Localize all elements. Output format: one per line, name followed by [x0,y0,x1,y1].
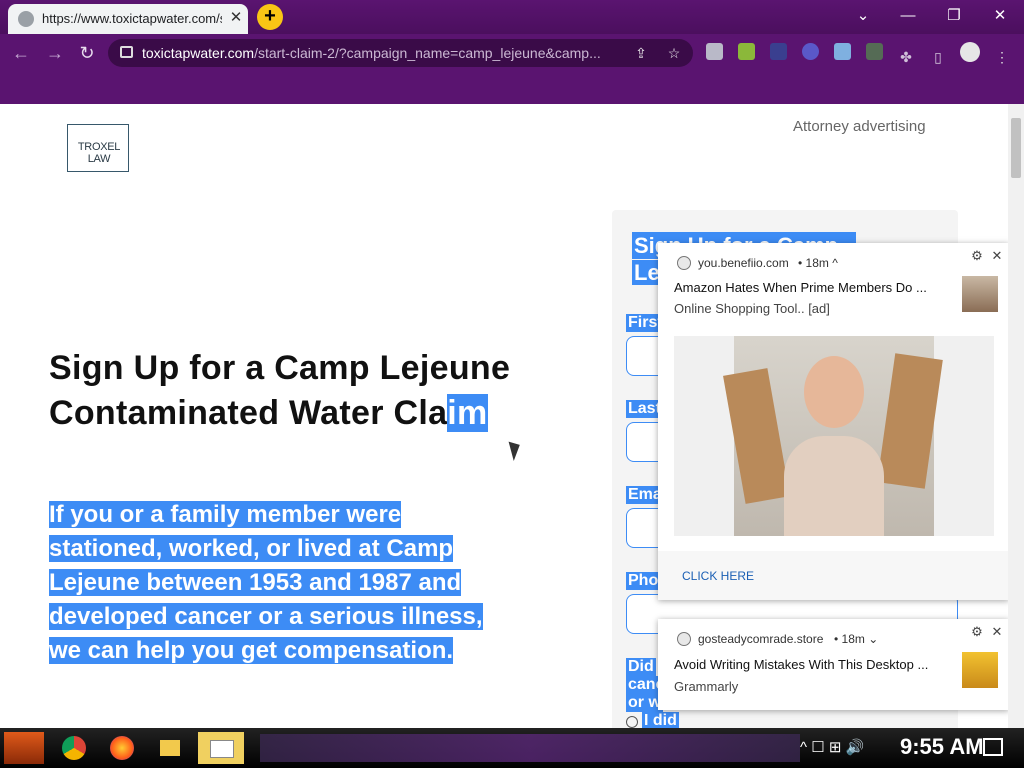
attorney-advertising-label: Attorney advertising [793,118,926,135]
scroll-thumb[interactable] [1011,118,1021,178]
page-title: Sign Up for a Camp Lejeune Contaminated … [49,349,511,432]
chrome-icon [62,736,86,760]
radio-label: I did [642,712,679,728]
notification-center-icon[interactable] [983,738,1003,756]
photos-taskbar-button[interactable] [198,732,244,764]
close-icon[interactable]: ✕ [990,624,1004,640]
restore-button[interactable]: ❐ [934,3,974,29]
firefox-taskbar-button[interactable] [104,732,140,764]
tab-search-button[interactable]: ⌄ [843,3,883,29]
notification-title: Avoid Writing Mistakes With This Desktop… [674,657,929,672]
page-scrollbar[interactable] [1008,104,1024,728]
notification-message: Online Shopping Tool.. [ad] [674,301,830,316]
chrome-icon [677,632,691,646]
chrome-taskbar-button[interactable] [56,732,92,764]
address-bar[interactable]: toxictapwater.com/start-claim-2/?campaig… [108,39,693,67]
troxel-law-logo[interactable]: TROXEL LAW [67,124,129,172]
notification-card[interactable]: you.benefiio.com • 18m ^ ⚙ ✕ Amazon Hate… [658,243,1009,600]
taskbar-clock[interactable]: 9:55 AM [900,734,984,760]
close-window-button[interactable]: ✕ [980,3,1020,29]
explorer-taskbar-button[interactable] [152,732,188,764]
notification-image [674,336,994,536]
firefox-icon [110,736,134,760]
start-button[interactable] [4,732,44,764]
notification-age: • 18m ⌄ [834,632,879,646]
side-panel-icon[interactable]: ▯ [928,47,948,67]
tab-strip: https://www.toxictapwater.com/start-clai… [0,0,1024,34]
notification-age: • 18m ^ [798,256,838,270]
picture-icon [210,740,234,758]
question-line-1: Did [626,658,656,676]
minimize-button[interactable]: — [888,3,928,29]
url-text[interactable]: toxictapwater.com/start-claim-2/?campaig… [142,45,627,61]
taskbar: ^ ☐ ⊞ 🔊 9:55 AM [0,728,1024,768]
gear-icon[interactable]: ⚙ [970,624,984,640]
person-face [804,356,864,428]
tab-title: https://www.toxictapwater.com/start-clai… [42,11,222,26]
new-tab-button[interactable]: + [257,4,283,30]
puzzle-icon[interactable]: ✤ [896,47,916,67]
notification-action-bar: CLICK HERE [658,551,1009,600]
share-icon[interactable]: ⇪ [631,43,651,63]
notification-message: Grammarly [674,679,739,694]
close-icon[interactable]: ✕ [990,248,1004,264]
notification-card[interactable]: gosteadycomrade.store • 18m ⌄ ⚙ ✕ Avoid … [658,619,1009,710]
extension-icon[interactable] [738,43,755,60]
extension-icon[interactable] [706,43,723,60]
browser-tab[interactable]: https://www.toxictapwater.com/start-clai… [8,4,248,34]
package-box [877,353,943,489]
intro-paragraph: If you or a family member were stationed… [49,501,483,664]
extension-icon[interactable] [802,43,819,60]
notification-thumbnail [962,276,998,312]
profile-avatar[interactable] [960,42,980,62]
forward-button[interactable]: → [42,40,68,66]
notification-thumbnail [962,652,998,688]
folder-icon [160,740,180,756]
person-body [784,436,884,536]
back-button[interactable]: ← [8,40,34,66]
gear-icon[interactable]: ⚙ [970,248,984,264]
extension-icon[interactable] [866,43,883,60]
taskbar-decoration [260,734,800,762]
extension-icon[interactable] [770,43,787,60]
promo-photo [723,336,943,536]
notification-source: gosteadycomrade.store [698,632,824,646]
browser-toolbar: ← → ↻ toxictapwater.com/start-claim-2/?c… [0,34,1024,104]
tab-close-button[interactable]: ✕ [226,7,246,29]
lock-icon[interactable] [120,46,133,58]
globe-icon [18,11,34,27]
radio-button[interactable] [626,716,638,728]
bookmark-star-icon[interactable]: ☆ [664,43,684,63]
notification-source: you.benefiio.com [698,256,789,270]
click-here-button[interactable]: CLICK HERE [682,569,754,583]
extension-icon[interactable] [834,43,851,60]
reload-button[interactable]: ↻ [74,40,100,66]
menu-icon[interactable]: ⋮ [992,47,1012,67]
chrome-icon [677,256,691,270]
package-box [723,368,790,504]
notification-title: Amazon Hates When Prime Members Do ... [674,280,927,295]
system-tray[interactable]: ^ ☐ ⊞ 🔊 [800,738,864,756]
mouse-cursor [508,439,524,461]
